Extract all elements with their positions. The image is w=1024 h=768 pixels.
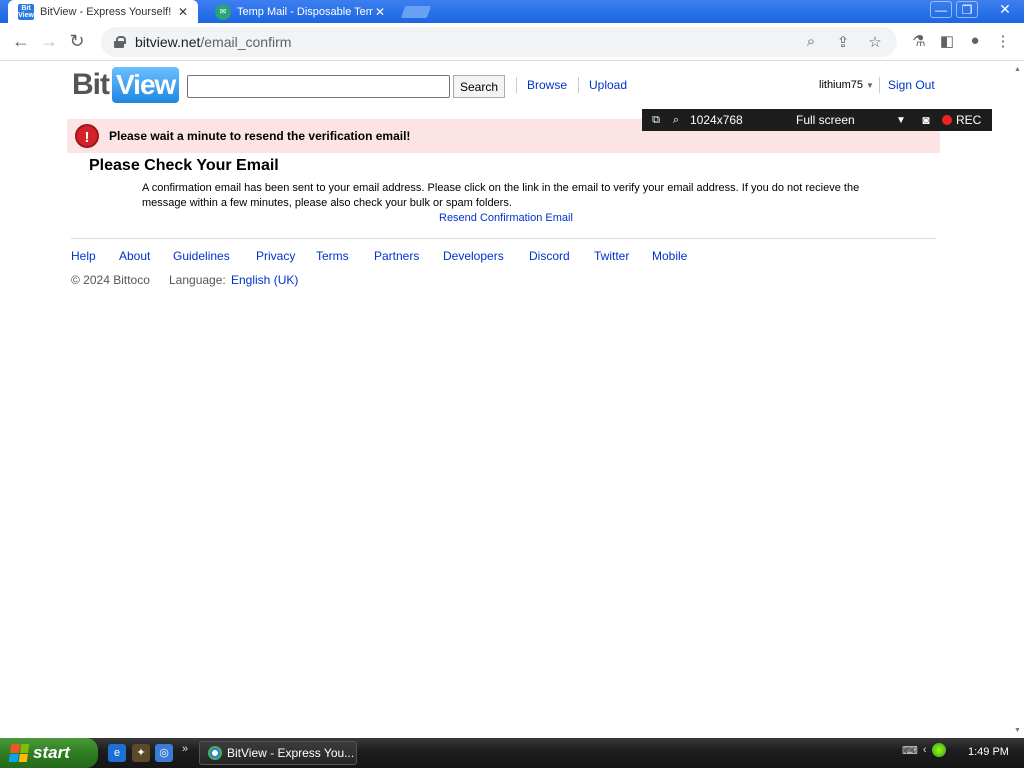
scroll-down-icon[interactable]: ▼ [1014,727,1021,734]
record-dot-icon[interactable] [942,115,952,125]
user-menu[interactable]: lithium75 ▼ [819,79,874,91]
footer-link-guidelines[interactable]: Guidelines [173,249,256,263]
start-button[interactable]: start [0,738,98,768]
url-text[interactable]: bitview.net/email_confirm [135,34,291,50]
footer-link-partners[interactable]: Partners [374,249,443,263]
camera-icon[interactable]: ◙ [916,113,936,127]
temp-mail-favicon-icon: ✉ [215,3,231,20]
close-window-button[interactable]: ✕ [982,1,1024,18]
chrome-icon [208,746,222,760]
browse-link[interactable]: Browse [527,78,567,92]
taskbar-window-title: BitView - Express You... [227,746,355,760]
menu-icon[interactable]: ⋮ [989,32,1017,50]
network-icon[interactable] [931,743,946,757]
search-button[interactable]: Search [453,75,505,98]
tab-strip: Bit View BitView - Express Yourself! ✕ ✉ … [0,0,1024,23]
scroll-up-icon[interactable]: ▲ [1014,66,1021,73]
clock[interactable]: 1:49 PM [968,746,1009,758]
internet-explorer-icon[interactable]: e [108,744,126,762]
magnifier-icon[interactable]: ⌕ [666,114,686,127]
tab-close-icon[interactable]: ✕ [176,5,190,19]
recorder-mode[interactable]: Full screen [796,113,896,127]
share-icon[interactable]: ⇪ [827,33,859,51]
footer-link-twitter[interactable]: Twitter [594,249,652,263]
profile-icon[interactable]: ● [961,32,989,50]
tab-bitview[interactable]: Bit View BitView - Express Yourself! ✕ [8,0,198,23]
zoom-icon[interactable]: ⌕ [795,33,827,51]
footer-link-terms[interactable]: Terms [316,249,374,263]
search-input[interactable] [187,75,450,98]
bitview-logo[interactable]: Bit View [72,67,180,103]
tab-temp-mail[interactable]: ✉ Temp Mail - Disposable Temporary Email… [205,0,395,23]
page-content: Bit View Search Browse Upload lithium75 ▼… [0,62,1012,738]
tray-expand-icon[interactable]: ‹ [923,744,927,756]
footer-link-privacy[interactable]: Privacy [256,249,316,263]
address-bar[interactable]: bitview.net/email_confirm ⌕ ⇪ ☆ [101,27,897,57]
screen-recorder-toolbar: ⧉ ⌕ 1024x768 Full screen ▼ ◙ REC [642,109,992,131]
system-tray: ⌨ ‹ [902,743,951,757]
record-label[interactable]: REC [956,113,981,127]
sign-out-link[interactable]: Sign Out [888,78,935,92]
logo-view: View [112,67,180,103]
lock-icon[interactable] [113,36,126,48]
recorder-resolution[interactable]: 1024x768 [690,113,780,127]
chevron-down-icon: ▼ [866,81,874,90]
confirmation-message: A confirmation email has been sent to yo… [142,182,860,209]
upload-link[interactable]: Upload [589,78,627,92]
language-label: Language: [169,273,226,287]
url-host: bitview.net [135,34,201,50]
footer-divider [71,238,936,239]
footer-links: Help About Guidelines Privacy Terms Part… [71,249,702,263]
minimize-button[interactable]: — [930,1,952,18]
windows-logo-icon [8,744,30,762]
resend-confirmation-link[interactable]: Resend Confirmation Email [439,212,573,224]
divider [578,77,579,93]
exclamation-icon: ! [75,124,99,148]
restore-button[interactable]: ❐ [956,1,978,18]
footer-link-help[interactable]: Help [71,249,119,263]
scrollbar[interactable]: ▲ ▼ [1012,62,1024,738]
browser-toolbar: ← → ↻ bitview.net/email_confirm ⌕ ⇪ ☆ ⚗ … [0,23,1024,61]
reload-button[interactable]: ↻ [65,31,89,53]
copyright: © 2024 Bittoco [71,273,150,287]
alert-message: Please wait a minute to resend the verif… [109,129,411,143]
divider [879,77,880,93]
side-panel-icon[interactable]: ◧ [933,32,961,50]
keyboard-icon[interactable]: ⌨ [902,744,918,757]
footer-link-developers[interactable]: Developers [443,249,529,263]
footer-link-mobile[interactable]: Mobile [652,249,702,263]
page-title: Please Check Your Email [89,157,279,174]
forward-button[interactable]: → [37,31,61,53]
logo-bit: Bit [72,68,110,101]
username: lithium75 [819,79,864,91]
tab-close-icon[interactable]: ✕ [373,5,387,19]
labs-icon[interactable]: ⚗ [905,32,933,50]
taskbar-window-button[interactable]: BitView - Express You... [199,741,357,765]
tab-title: BitView - Express Yourself! [40,5,172,18]
new-tab-button[interactable] [400,6,432,18]
media-player-icon[interactable]: ✦ [132,744,150,762]
start-label: start [33,743,70,762]
taskbar: start e ✦ ◎ » BitView - Express You... ⌨… [0,738,1024,768]
window-controls: — ❐ ✕ [930,1,1024,18]
footer-link-about[interactable]: About [119,249,173,263]
star-icon[interactable]: ☆ [859,33,891,51]
chrome-quicklaunch-icon[interactable]: ◎ [155,744,173,762]
divider [516,77,517,93]
language-selector[interactable]: English (UK) [231,273,298,287]
url-path: /email_confirm [200,34,292,50]
footer-link-discord[interactable]: Discord [529,249,594,263]
quicklaunch-chevron-icon[interactable]: » [182,743,188,755]
tab-title: Temp Mail - Disposable Temporary Email [237,5,373,18]
back-button[interactable]: ← [9,31,33,53]
bitview-favicon-icon: Bit View [18,3,34,20]
dropdown-arrow-icon[interactable]: ▼ [896,115,916,126]
window-icon[interactable]: ⧉ [646,114,666,127]
